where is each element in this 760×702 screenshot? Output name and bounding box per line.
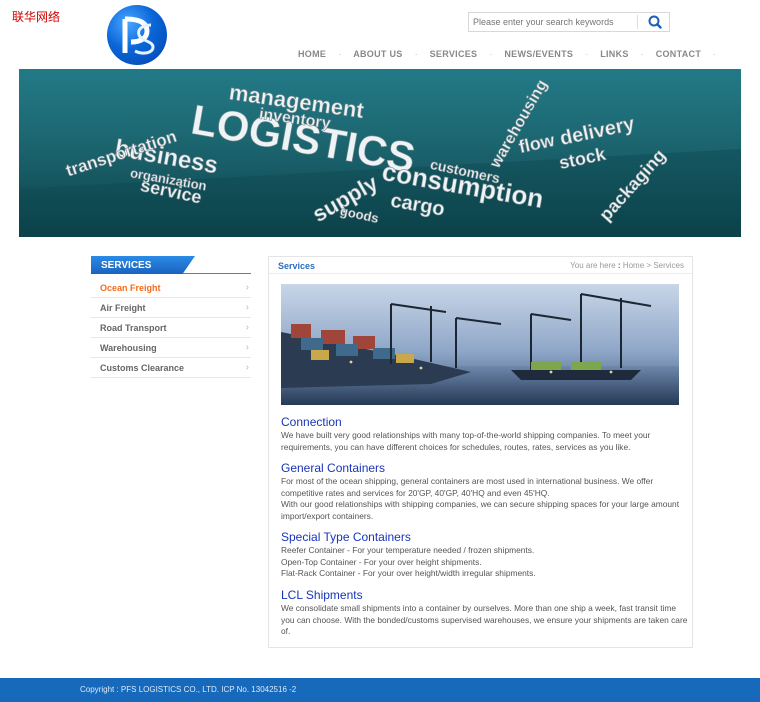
section-heading: General Containers [281,461,386,475]
search-input[interactable] [469,13,637,31]
sidebar-menu: Ocean Freight › Air Freight › Road Trans… [91,278,251,378]
main-nav: HOME · ABOUT US · SERVICES · NEWS/EVENTS · L… [296,47,726,61]
section-general-containers: General Containers For most of the ocean… [281,461,689,522]
section-text: Open-Top Container - For your over heigh… [281,556,482,567]
section-heading: Connection [281,415,342,429]
nav-services[interactable]: SERVICES [428,49,480,59]
nav-separator: · [640,49,644,59]
breadcrumb: You are here : Home > Services [570,261,684,270]
chevron-right-icon: › [245,302,249,313]
sidebar-title: SERVICES [91,256,195,274]
sidebar-item-ocean-freight[interactable]: Ocean Freight › [91,278,251,298]
nav-separator: · [713,49,717,59]
banner-word-cloud: LOGISTICS business management inventory … [19,69,741,237]
breadcrumb-current: Services [653,261,684,270]
sidebar-item-label: Ocean Freight [100,282,161,293]
search-icon [648,15,662,29]
section-heading: LCL Shipments [281,588,363,602]
section-connection: Connection We have built very good relat… [281,415,689,453]
nav-contact[interactable]: CONTACT [654,49,703,59]
nav-news-events[interactable]: NEWS/EVENTS [502,49,575,59]
nav-home[interactable]: HOME [296,49,328,59]
section-text: We have built very good relationships wi… [281,430,651,452]
section-text: For most of the ocean shipping, general … [281,476,654,498]
page-title: Services [278,261,316,271]
content-header: Services You are here : Home > Services [269,257,692,274]
nav-separator: · [489,49,493,59]
chevron-right-icon: › [245,342,249,353]
search-divider [637,15,638,29]
sidebar-item-customs-clearance[interactable]: Customs Clearance › [91,358,251,378]
chevron-right-icon: › [245,362,249,373]
copyright-text: Copyright : PFS LOGISTICS CO., LTD. ICP … [80,685,297,694]
breadcrumb-arrow: > [646,261,652,270]
section-special-type-containers: Special Type Containers Reefer Container… [281,530,689,580]
chevron-right-icon: › [245,282,249,293]
section-text: Flat-Rack Container - For your over heig… [281,568,536,578]
breadcrumb-prefix: You are here [570,261,616,270]
company-logo[interactable] [107,5,167,65]
sidebar-item-label: Warehousing [100,342,157,353]
section-text: With our good relationships with shippin… [281,499,680,521]
port-illustration [281,284,679,405]
search-button[interactable] [641,13,669,31]
nav-separator: · [585,49,589,59]
corner-text: 联华网络 [12,10,61,24]
sidebar-header: SERVICES [91,256,251,274]
sidebar-item-label: Customs Clearance [100,362,185,373]
sidebar-item-label: Air Freight [100,302,146,313]
sidebar-item-air-freight[interactable]: Air Freight › [91,298,251,318]
logistics-banner: LOGISTICS business management inventory … [19,69,741,237]
footer: Copyright : PFS LOGISTICS CO., LTD. ICP … [0,678,760,702]
nav-separator: · [338,49,342,59]
section-text: We consolidate small shipments into a co… [281,603,688,636]
chevron-right-icon: › [245,322,249,333]
sidebar-item-warehousing[interactable]: Warehousing › [91,338,251,358]
breadcrumb-home-link[interactable]: Home [623,261,644,270]
section-lcl-shipments: LCL Shipments We consolidate small shipm… [281,588,689,638]
section-heading: Special Type Containers [281,530,411,544]
sidebar: SERVICES Ocean Freight › Air Freight › R… [91,256,251,378]
logo-mark-icon [122,16,155,55]
search-box [468,12,670,32]
nav-about-us[interactable]: ABOUT US [351,49,404,59]
sidebar-item-label: Road Transport [100,322,167,333]
nav-separator: · [414,49,418,59]
breadcrumb-separator: : [617,261,621,270]
nav-links[interactable]: LINKS [598,49,631,59]
sidebar-item-road-transport[interactable]: Road Transport › [91,318,251,338]
port-image [281,284,679,405]
section-text: Reefer Container - For your temperature … [281,545,535,555]
main-content: Services You are here : Home > Services [268,256,693,648]
